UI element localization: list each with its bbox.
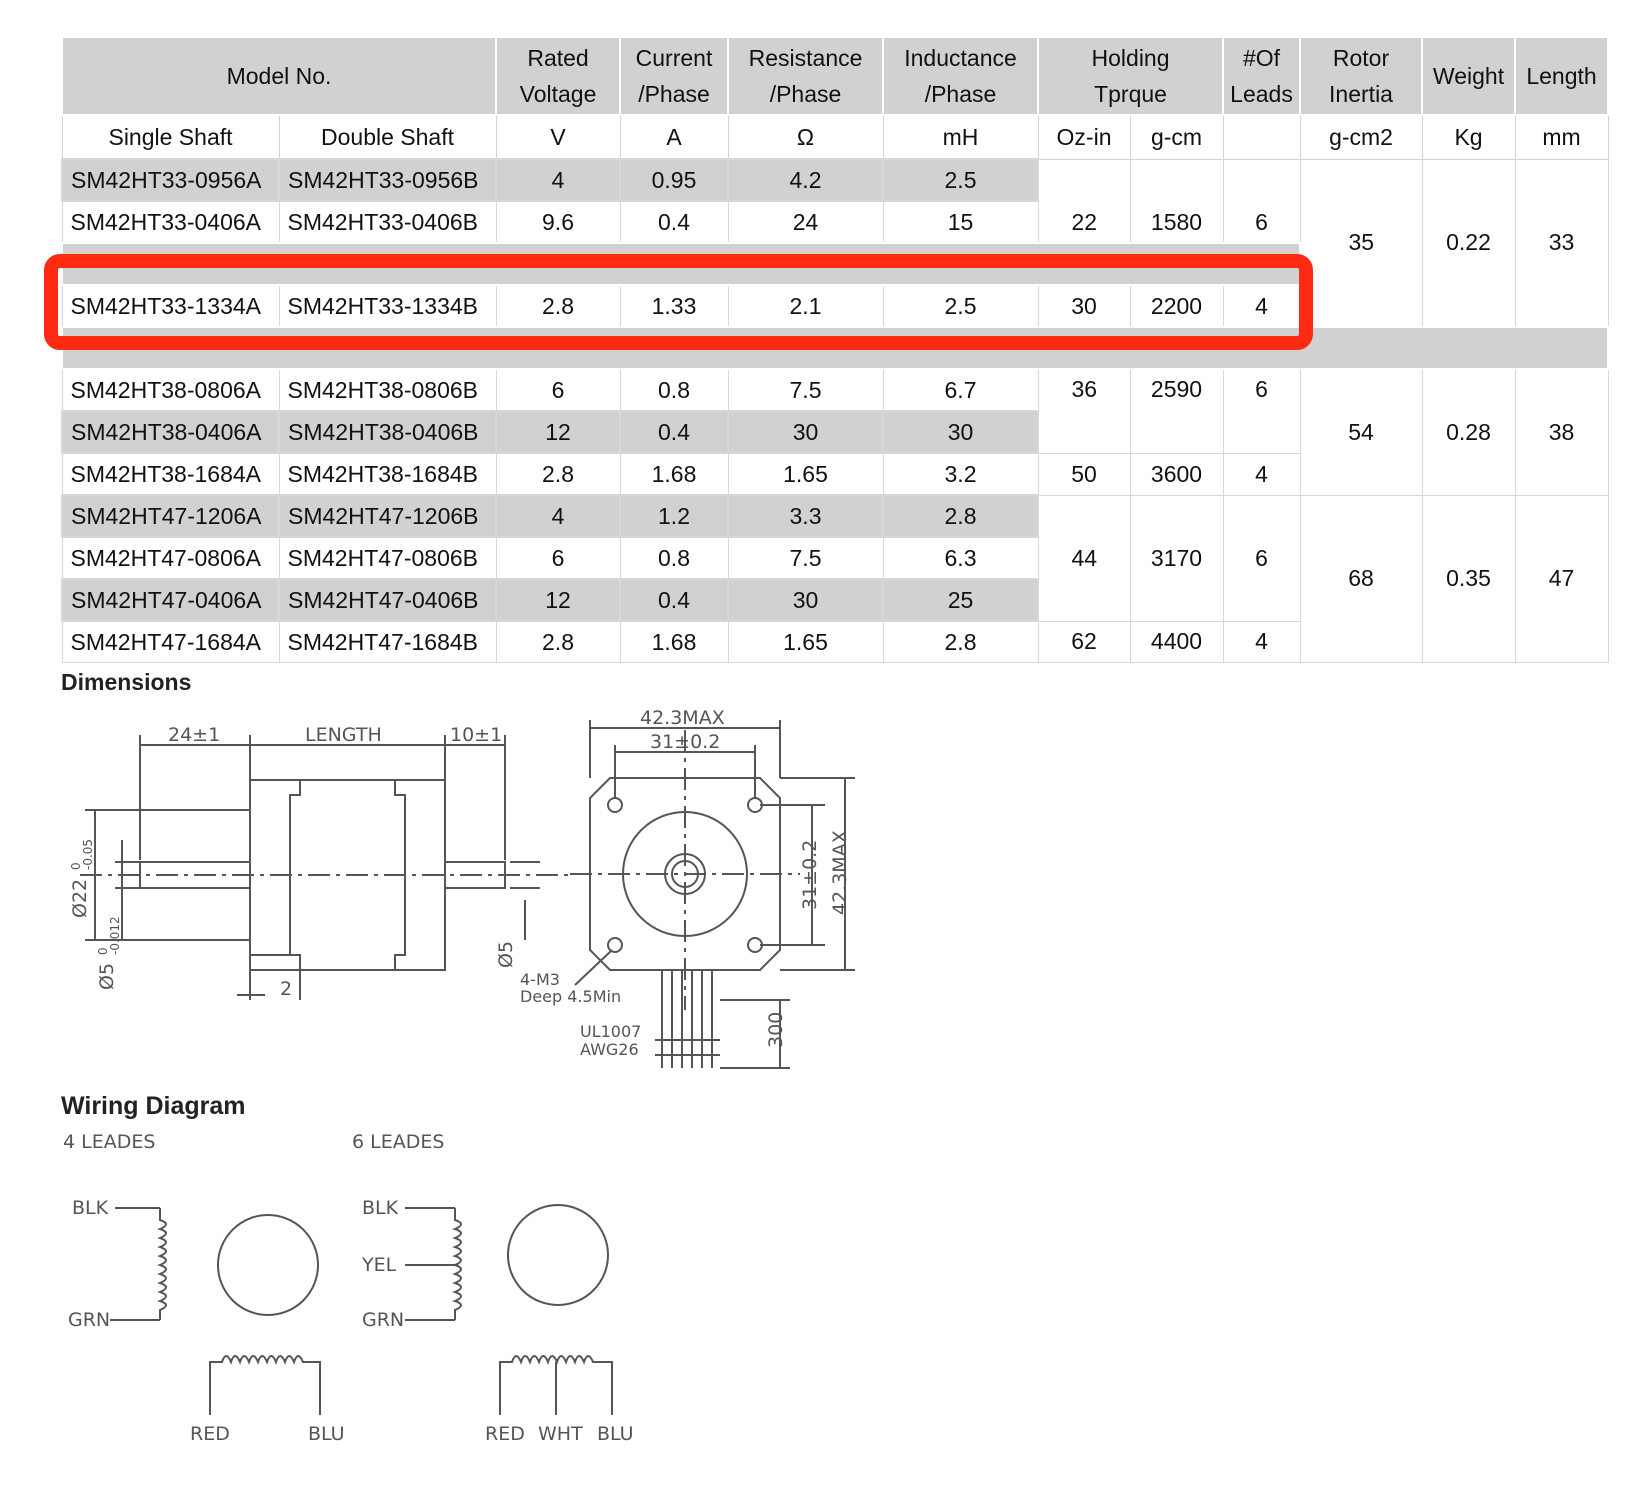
dim-max-width: 42.3MAX [640, 707, 725, 729]
wiring-4-caption: 4 LEADES [63, 1131, 155, 1153]
wire-label-blk: BLK [72, 1197, 109, 1219]
dim-hole-spacing: 31±0.2 [650, 731, 720, 753]
wiring-6-leads: 6 LEADES BLK YEL GRN RED WHT BLU [352, 1131, 634, 1445]
dim-max-height-v: 42.3MAX [829, 830, 851, 915]
wire-label-wht: WHT [538, 1423, 583, 1445]
wire-label-red: RED [485, 1423, 525, 1445]
dim-flange: 2 [280, 978, 292, 1000]
dim-hole-spacing-v: 31±0.2 [799, 840, 821, 910]
dim-boss-dia: Ø22 [69, 879, 91, 918]
wire-label-grn: GRN [362, 1309, 404, 1331]
wire-gauge: AWG26 [580, 1040, 639, 1059]
wire-label-yel: YEL [361, 1254, 397, 1276]
dim-rear-shaft-dia: Ø5 [495, 941, 517, 968]
dim-wire-length: 300 [765, 1012, 787, 1048]
dim-shaft-tol-lower: -0.012 [108, 916, 122, 955]
wire-label-blk: BLK [362, 1197, 399, 1219]
wire-label-grn: GRN [68, 1309, 110, 1331]
wire-label-blu: BLU [597, 1423, 634, 1445]
dim-shaft-dia: Ø5 [96, 963, 118, 990]
wiring-4-leads: 4 LEADES BLK GRN RED BLU [63, 1131, 345, 1445]
wire-type: UL1007 [580, 1022, 641, 1041]
dim-boss-tol-lower: -0.05 [81, 839, 95, 870]
dim-length: LENGTH [305, 724, 382, 746]
wiring-6-caption: 6 LEADES [352, 1131, 444, 1153]
dim-screw-depth: Deep 4.5Min [520, 987, 621, 1006]
dim-shaft-length: 24±1 [168, 724, 220, 746]
wire-label-blu: BLU [308, 1423, 345, 1445]
dim-rear-shaft: 10±1 [450, 724, 502, 746]
wire-label-red: RED [190, 1423, 230, 1445]
technical-drawings: 24±1 LENGTH 10±1 42.3MAX 31±0.2 2 4-M3 D… [63, 707, 855, 1445]
